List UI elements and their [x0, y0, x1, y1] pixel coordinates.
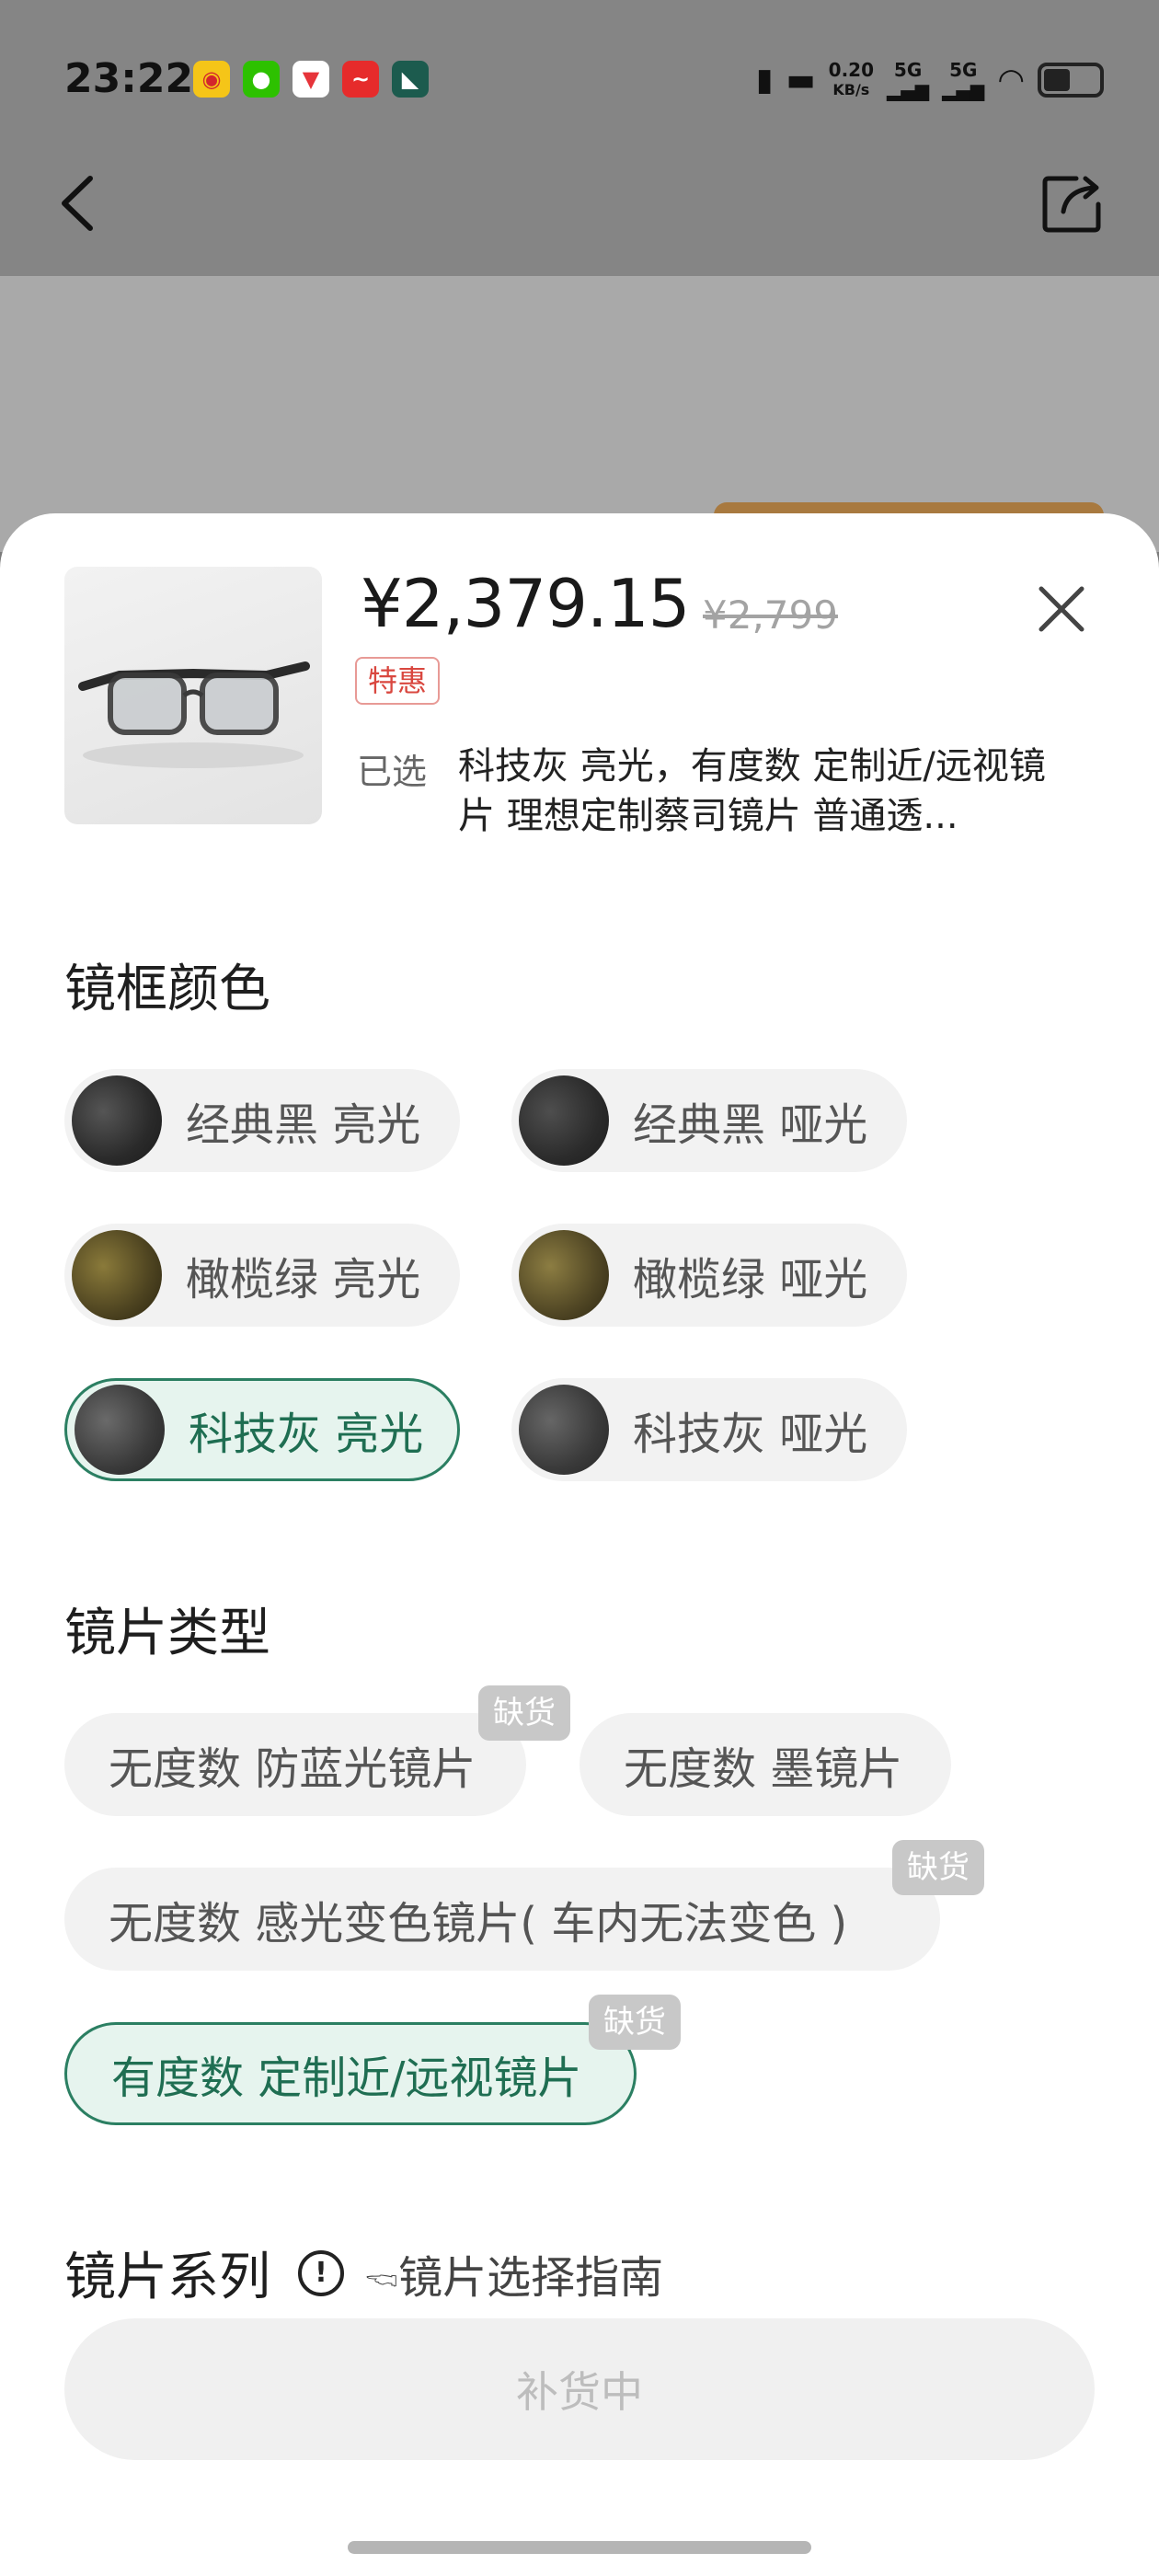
- lens-option-photochromic[interactable]: 无度数 感光变色镜片( 车内无法变色 ): [64, 1868, 940, 1971]
- frame-option-tech-gray-gloss[interactable]: 科技灰 亮光: [64, 1378, 460, 1481]
- lens-option-prescription[interactable]: 有度数 定制近/远视镜片: [64, 2022, 637, 2125]
- app-green-icon: ◣: [392, 61, 429, 98]
- signal-1: 5G ▂▄▆: [887, 59, 930, 101]
- selected-label: 已选: [357, 752, 428, 792]
- weibo-icon: ◉: [193, 61, 230, 98]
- stock-app-icon: ~: [342, 61, 379, 98]
- frame-color-title: 镜框颜色: [64, 960, 270, 1019]
- lens-guide-link[interactable]: 🖘镜片选择指南: [366, 2241, 663, 2306]
- frame-option-classic-black-gloss[interactable]: 经典黑 亮光: [64, 1069, 460, 1172]
- frame-option-olive-green-matte[interactable]: 橄榄绿 哑光: [511, 1224, 907, 1327]
- lens-series-row: 镜片系列 ! 🖘镜片选择指南: [64, 2236, 663, 2310]
- vibrate-icon: ▮: [755, 62, 774, 98]
- out-of-stock-badge: 缺货: [478, 1685, 570, 1741]
- status-indicators: ▮ ▬ 0.20 KB/s 5G ▂▄▆ 5G ▂▄▆ ◠: [756, 57, 1104, 103]
- frame-option-tech-gray-matte[interactable]: 科技灰 哑光: [511, 1378, 907, 1481]
- clock: 23:22: [64, 55, 194, 102]
- close-icon[interactable]: [1034, 581, 1089, 637]
- discount-badge: 特惠: [355, 657, 441, 705]
- signal-bars-icon: ▂▄▆: [887, 79, 930, 101]
- lens-option-sunglasses[interactable]: 无度数 墨镜片: [580, 1713, 951, 1816]
- lens-option-blue-light[interactable]: 无度数 防蓝光镜片: [64, 1713, 526, 1816]
- app-red-arrow-icon: ▼: [293, 61, 329, 98]
- wechat-icon: ●: [243, 61, 280, 98]
- network-speed: 0.20 KB/s: [828, 59, 875, 98]
- info-icon[interactable]: !: [298, 2249, 344, 2296]
- swatch-image: [72, 1230, 162, 1320]
- swatch-image: [72, 1075, 162, 1166]
- current-price: ¥2,379.15: [361, 565, 690, 642]
- lens-series-title: 镜片系列: [64, 2248, 270, 2307]
- signal-2: 5G ▂▄▆: [942, 59, 985, 101]
- bed-icon: ▬: [786, 62, 816, 98]
- original-price: ¥2,799: [703, 592, 838, 638]
- status-bar: 23:22 ◉ ● ▼ ~ ◣ ▮ ▬ 0.20 KB/s 5G ▂▄▆ 5G …: [0, 44, 1159, 118]
- out-of-stock-badge: 缺货: [589, 1995, 681, 2050]
- background-header: [0, 0, 1159, 276]
- out-of-stock-badge: 缺货: [892, 1840, 984, 1895]
- home-indicator[interactable]: [348, 2541, 811, 2554]
- frame-option-classic-black-matte[interactable]: 经典黑 哑光: [511, 1069, 907, 1172]
- swatch-image: [519, 1385, 609, 1475]
- back-arrow-icon[interactable]: [55, 171, 101, 236]
- restocking-button[interactable]: 补货中: [64, 2318, 1095, 2460]
- share-icon[interactable]: [1039, 171, 1106, 236]
- product-thumbnail: [64, 567, 322, 824]
- swatch-image: [519, 1230, 609, 1320]
- wifi-icon: ◠: [997, 62, 1025, 98]
- swatch-image: [75, 1385, 165, 1475]
- frame-option-olive-green-gloss[interactable]: 橄榄绿 亮光: [64, 1224, 460, 1327]
- signal-bars-icon: ▂▄▆: [942, 79, 985, 101]
- swatch-image: [519, 1075, 609, 1166]
- selected-summary: 科技灰 亮光，有度数 定制近/远视镜片 理想定制蔡司镜片 普通透...: [458, 745, 1046, 837]
- battery-icon: [1038, 63, 1104, 98]
- lens-type-title: 镜片类型: [64, 1604, 270, 1663]
